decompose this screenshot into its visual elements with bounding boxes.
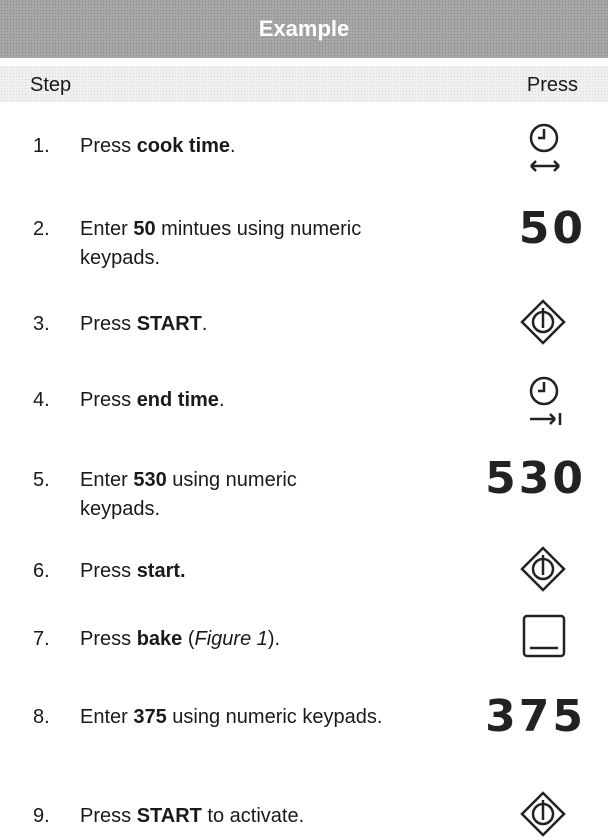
step-text-run: Press (80, 389, 137, 411)
bake-icon (522, 614, 566, 658)
column-header-row: Step Press (0, 66, 608, 102)
title-bar: Example (0, 0, 608, 58)
step-text-run: . (230, 135, 236, 157)
step-number: 9. (33, 805, 50, 827)
keypad-entry-50: 50 (518, 203, 586, 254)
step-number: 3. (33, 313, 50, 335)
start-icon (520, 791, 566, 837)
figure-reference: Figure 1 (194, 628, 268, 650)
step-keyword: 375 (133, 706, 167, 728)
step-number: 2. (33, 218, 50, 240)
step-text-run: . (218, 389, 225, 411)
step-keyword: 50 (133, 218, 156, 240)
cook-time-icon (529, 123, 560, 172)
step-keyword: bake (136, 628, 183, 650)
step-text-run: ( (182, 628, 195, 650)
step-text: Press cook time. (80, 132, 400, 161)
step-keyword: 530 (133, 469, 167, 491)
page-title: Example (258, 16, 350, 41)
step-text-run: . (201, 313, 208, 335)
step-text: Press end time. (80, 386, 400, 415)
step-text-run: Enter (80, 706, 134, 728)
step-text: Press START. (80, 310, 400, 339)
step-number: 7. (33, 628, 50, 650)
step-keyword: START (136, 805, 202, 827)
step-number: 6. (33, 560, 50, 582)
step-number: 5. (33, 469, 50, 491)
keypad-entry-375: 375 (485, 691, 586, 742)
step-text-run: using numeric keypads. (166, 706, 383, 728)
step-text-run: Enter (80, 218, 134, 240)
end-time-icon (529, 376, 562, 425)
step-text: Enter 530 using numeric keypads. (80, 466, 340, 524)
step-number: 8. (33, 706, 50, 728)
step-text: Press bake (Figure 1). (80, 625, 400, 654)
keypad-entry-530: 530 (485, 453, 586, 504)
step-text-run: to activate. (201, 805, 305, 827)
step-text: Enter 375 using numeric keypads. (80, 703, 390, 732)
step-number: 4. (33, 389, 50, 411)
step-text-run: Enter (80, 469, 134, 491)
step-keyword: START (136, 313, 202, 335)
step-text-run: Press (80, 135, 137, 157)
press-column-header: Press (526, 74, 578, 96)
start-icon (520, 299, 566, 345)
step-text-run: Press (80, 313, 137, 335)
step-text-run: ). (267, 628, 281, 650)
step-column-header: Step (30, 74, 72, 96)
step-number: 1. (33, 135, 50, 157)
step-keyword: end time (136, 389, 219, 411)
step-text: Press START to activate. (80, 802, 400, 831)
step-keyword: start. (136, 560, 186, 582)
step-keyword: cook time (136, 135, 231, 157)
step-text-run: Press (80, 805, 137, 827)
start-icon (520, 546, 566, 592)
step-text-run: Press (80, 628, 137, 650)
step-text-run: Press (80, 560, 137, 582)
step-text: Enter 50 mintues using numeric keypads. (80, 215, 380, 273)
step-text: Press start. (80, 557, 400, 586)
